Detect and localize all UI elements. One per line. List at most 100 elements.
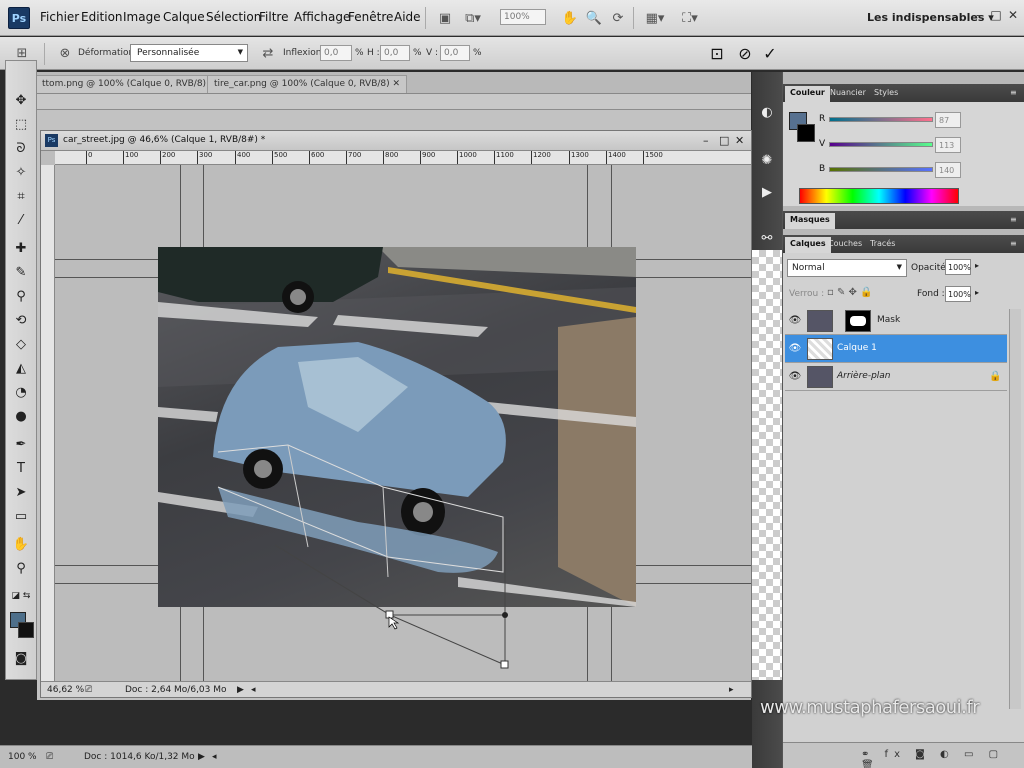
arrange-documents-icon[interactable]: ▦▾: [645, 8, 665, 28]
screen-mode-icon[interactable]: ⧉▾: [463, 8, 483, 28]
navigator-icon[interactable]: ◐: [755, 100, 779, 124]
actions-icon[interactable]: ▶: [755, 180, 779, 204]
background-color-swatch[interactable]: [797, 124, 815, 142]
tab-styles[interactable]: Styles: [869, 86, 903, 102]
dodge-tool-icon[interactable]: ●: [9, 405, 33, 427]
healing-brush-icon[interactable]: ✚: [9, 237, 33, 259]
quick-mask-icon[interactable]: ◙: [9, 647, 33, 669]
menu-calque[interactable]: Calque: [163, 10, 205, 24]
color-spectrum[interactable]: [799, 188, 959, 204]
status-menu-arrow-icon[interactable]: ▶: [198, 752, 205, 762]
v-value-field[interactable]: 113: [935, 137, 961, 153]
menu-fenetre[interactable]: Fenêtre: [348, 10, 393, 24]
menu-edition[interactable]: Edition: [81, 10, 123, 24]
warp-handle[interactable]: [500, 660, 509, 669]
bridge-icon[interactable]: ▣: [435, 8, 455, 28]
cancel-transform-icon[interactable]: ⊘: [734, 42, 756, 64]
menu-affichage[interactable]: Affichage: [294, 10, 350, 24]
pen-tool-icon[interactable]: ✒: [9, 433, 33, 455]
tab-couches[interactable]: Couches: [823, 237, 867, 253]
status-icon[interactable]: ⎚: [85, 685, 92, 695]
lock-icons[interactable]: ▫ ✎ ✥ 🔒: [827, 287, 873, 298]
r-slider[interactable]: [829, 117, 933, 122]
screen-mode-icon[interactable]: ⛶▾: [680, 8, 700, 28]
h-distortion-field[interactable]: 0,0: [380, 45, 410, 61]
brush-tool-icon[interactable]: ✎: [9, 261, 33, 283]
inflexion-field[interactable]: 0,0: [320, 45, 352, 61]
opacity-arrow-icon[interactable]: ▸: [975, 261, 979, 270]
fill-arrow-icon[interactable]: ▸: [975, 288, 979, 297]
brushes-icon[interactable]: ✺: [755, 148, 779, 172]
scroll-left-icon[interactable]: ◂: [212, 752, 217, 762]
layer-row-mask[interactable]: 👁 Mask: [785, 307, 1007, 335]
menu-filtre[interactable]: Filtre: [259, 10, 288, 24]
layer-mask-thumbnail[interactable]: [845, 310, 871, 332]
eye-icon[interactable]: 👁: [787, 341, 803, 357]
eraser-tool-icon[interactable]: ◇: [9, 333, 33, 355]
shape-tool-icon[interactable]: ▭: [9, 505, 33, 527]
menu-aide[interactable]: Aide: [394, 10, 421, 24]
warp-handle[interactable]: [502, 612, 508, 618]
menu-selection[interactable]: Sélection: [206, 10, 261, 24]
g-slider[interactable]: [829, 142, 933, 147]
document-titlebar[interactable]: Ps car_street.jpg @ 46,6% (Calque 1, RVB…: [41, 131, 751, 151]
warp-style-select[interactable]: Personnalisée: [130, 44, 248, 62]
doc-tab[interactable]: ttom.png @ 100% (Calque 0, RVB/8) ✕: [35, 75, 224, 93]
minimize-icon[interactable]: –: [703, 134, 709, 147]
crop-tool-icon[interactable]: ⌗: [9, 185, 33, 207]
scroll-right-icon[interactable]: ▸: [729, 685, 734, 695]
history-brush-icon[interactable]: ⟲: [9, 309, 33, 331]
layer-row-arriere-plan[interactable]: 👁 Arrière-plan 🔒: [785, 363, 1007, 391]
status-menu-arrow-icon[interactable]: ▶: [237, 685, 244, 695]
zoom-value[interactable]: 100 %: [8, 752, 37, 762]
doc-zoom-value[interactable]: 46,62 %: [47, 685, 84, 695]
tab-nuancier[interactable]: Nuancier: [825, 86, 871, 102]
lasso-tool-icon[interactable]: ᘐ: [9, 137, 33, 159]
horizontal-ruler[interactable]: 0 100 200 300 400 500 600 700 800 900 10…: [55, 151, 751, 165]
status-icon[interactable]: ⎚: [46, 752, 53, 762]
menu-fichier[interactable]: Fichier: [40, 10, 79, 24]
hand-tool-icon[interactable]: ✋: [9, 533, 33, 555]
close-icon[interactable]: ✕: [735, 134, 744, 147]
path-selection-icon[interactable]: ➤: [9, 481, 33, 503]
layers-scrollbar[interactable]: [1009, 309, 1021, 709]
layer-actions-icons[interactable]: ⚭ fx ◙ ◐ ▭ ▢ 🗑: [861, 749, 1024, 768]
background-color-swatch[interactable]: [18, 622, 34, 638]
zoom-level-field[interactable]: 100%: [500, 9, 546, 25]
warp-orientation-icon[interactable]: ⇄: [258, 43, 278, 63]
blend-mode-select[interactable]: Normal ▼: [787, 259, 907, 277]
doc-tab[interactable]: tire_car.png @ 100% (Calque 0, RVB/8) ✕: [207, 75, 408, 93]
commit-transform-icon[interactable]: ✓: [759, 42, 781, 64]
hand-icon[interactable]: ✋: [560, 8, 580, 28]
minimize-icon[interactable]: –: [972, 8, 986, 24]
paint-bucket-icon[interactable]: ◭: [9, 357, 33, 379]
clone-stamp-icon[interactable]: ⚲: [9, 285, 33, 307]
move-tool-icon[interactable]: ✥: [9, 89, 33, 111]
marquee-tool-icon[interactable]: ⬚: [9, 113, 33, 135]
type-tool-icon[interactable]: T: [9, 457, 33, 479]
tab-masques[interactable]: Masques: [785, 213, 835, 229]
b-value-field[interactable]: 140: [935, 162, 961, 178]
zoom-icon[interactable]: 🔍: [584, 8, 604, 28]
close-icon[interactable]: ✕: [1006, 8, 1020, 24]
warp-transform-lines[interactable]: [55, 165, 751, 681]
eye-icon[interactable]: 👁: [787, 369, 803, 385]
canvas[interactable]: [55, 165, 751, 681]
fill-field[interactable]: 100%: [945, 286, 971, 302]
close-icon[interactable]: ✕: [393, 79, 401, 89]
blur-tool-icon[interactable]: ◔: [9, 381, 33, 403]
maximize-icon[interactable]: □: [989, 8, 1003, 24]
maximize-icon[interactable]: □: [719, 134, 729, 147]
scroll-left-icon[interactable]: ◂: [251, 685, 256, 695]
r-value-field[interactable]: 87: [935, 112, 961, 128]
zoom-tool-icon[interactable]: ⚲: [9, 557, 33, 579]
transform-mode-icon[interactable]: ⊡: [706, 42, 728, 64]
b-slider[interactable]: [829, 167, 933, 172]
panel-menu-icon[interactable]: ≡: [1005, 237, 1022, 253]
menu-image[interactable]: Image: [123, 10, 161, 24]
tab-couleur[interactable]: Couleur: [785, 86, 830, 102]
quick-selection-icon[interactable]: ✧: [9, 161, 33, 183]
tab-traces[interactable]: Tracés: [865, 237, 900, 253]
warp-grid-icon[interactable]: ⊗: [55, 43, 75, 63]
v-distortion-field[interactable]: 0,0: [440, 45, 470, 61]
